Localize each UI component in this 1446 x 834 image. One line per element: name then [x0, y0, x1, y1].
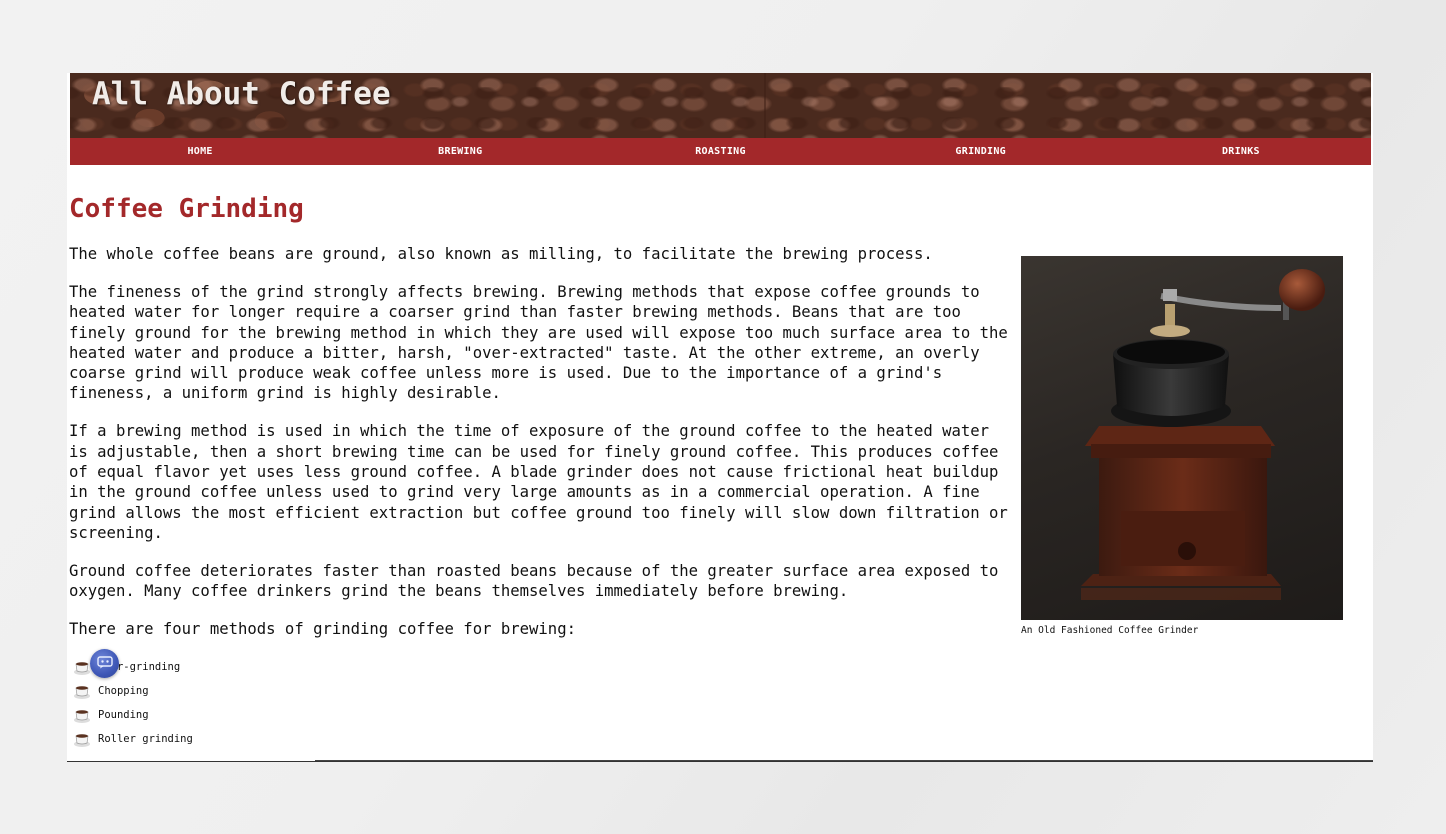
assistant-icon	[96, 654, 113, 673]
paragraph: The whole coffee beans are ground, also …	[69, 245, 933, 263]
page-title: Coffee Grinding	[69, 194, 304, 224]
figure-caption: An Old Fashioned Coffee Grinder	[1021, 625, 1199, 636]
coffee-cup-icon	[73, 682, 91, 700]
coffee-cup-icon	[73, 730, 91, 748]
assistant-button[interactable]	[90, 649, 119, 678]
main-nav: HOME BREWING ROASTING GRINDING DRINKS	[70, 138, 1371, 165]
divider	[315, 760, 1373, 761]
nav-brewing[interactable]: BREWING	[330, 138, 590, 165]
nav-grinding[interactable]: GRINDING	[851, 138, 1111, 165]
coffee-cup-icon	[73, 706, 91, 724]
nav-drinks[interactable]: DRINKS	[1111, 138, 1371, 165]
web-page: All About Coffee HOME BREWING ROASTING G…	[67, 73, 1373, 762]
list-item-label: Chopping	[98, 685, 149, 697]
paragraph: Ground coffee deteriorates faster than r…	[69, 561, 999, 601]
list-item-label: Pounding	[98, 709, 149, 721]
article-body: The whole coffee beans are ground, also …	[69, 244, 1009, 657]
paragraph: There are four methods of grinding coffe…	[69, 620, 576, 639]
coffee-grinder-image	[1021, 256, 1343, 620]
coffee-cup-icon	[73, 658, 91, 676]
grinder-figure: An Old Fashioned Coffee Grinder	[1021, 256, 1343, 637]
site-title: All About Coffee	[92, 76, 391, 112]
nav-home[interactable]: HOME	[70, 138, 330, 165]
paragraph: The fineness of the grind strongly affec…	[69, 282, 1008, 403]
list-item: Roller grinding	[73, 727, 193, 751]
list-item: Pounding	[73, 703, 193, 727]
list-item-label: Roller grinding	[98, 733, 193, 745]
coffee-grinder-illustration	[1081, 269, 1325, 600]
nav-roasting[interactable]: ROASTING	[590, 138, 850, 165]
header-banner: All About Coffee	[70, 73, 1371, 138]
paragraph: If a brewing method is used in which the…	[69, 422, 1008, 542]
list-item: Chopping	[73, 679, 193, 703]
